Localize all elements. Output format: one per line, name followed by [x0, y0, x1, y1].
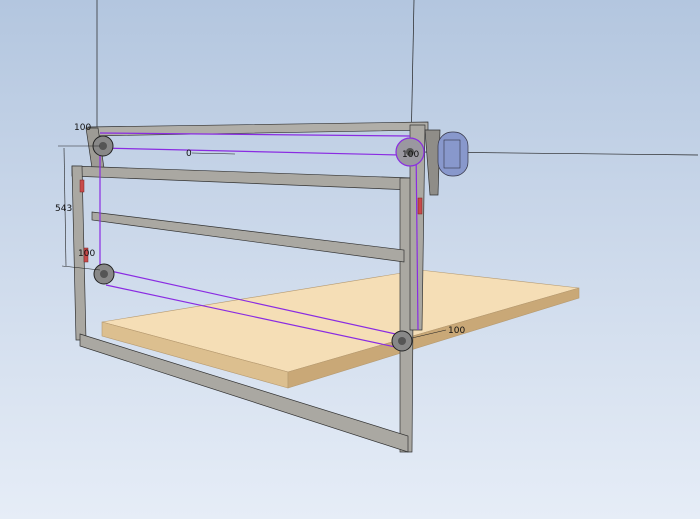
dimension-top-left[interactable]: 100	[74, 123, 91, 133]
dimension-center-line	[191, 152, 236, 155]
motor[interactable]	[424, 129, 469, 196]
assembly-model[interactable]: 100 0 100 543 100 100	[0, 0, 700, 519]
dimension-right-pulley[interactable]: 100	[402, 150, 419, 160]
dimension-vertical-distance[interactable]: 543	[55, 204, 72, 214]
cad-3d-viewport[interactable]: 100 0 100 543 100 100	[0, 0, 700, 519]
dimension-lower-left[interactable]: 100	[78, 249, 95, 259]
dimension-lower-right[interactable]: 100	[448, 326, 465, 336]
top-beam[interactable]	[85, 121, 429, 169]
pulley-lower-right[interactable]	[391, 330, 413, 352]
dimension-center-offset[interactable]: 0	[186, 149, 192, 159]
pulley-lower-left[interactable]	[93, 263, 115, 285]
